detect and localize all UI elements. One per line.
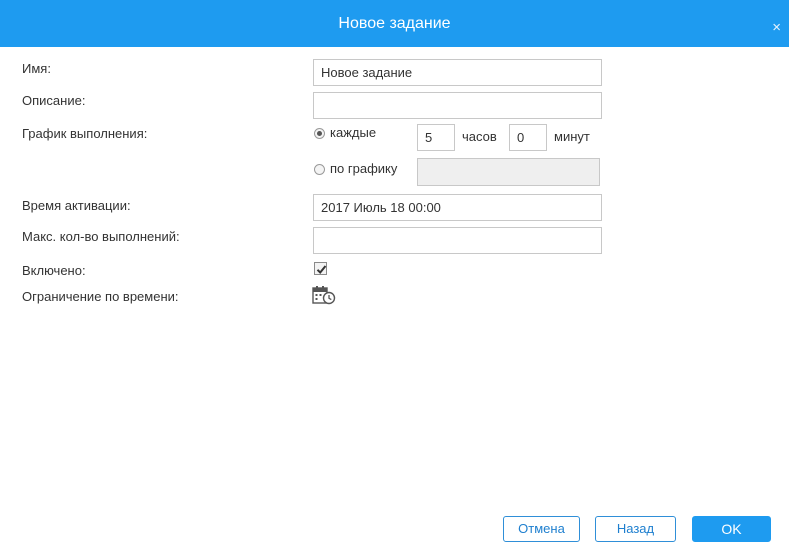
minutes-label: минут: [554, 129, 590, 144]
max-runs-label: Макс. кол-во выполнений:: [22, 229, 180, 244]
description-input[interactable]: [313, 92, 602, 119]
activation-input[interactable]: [313, 194, 602, 221]
by-schedule-label: по графику: [330, 161, 398, 176]
name-label: Имя:: [22, 61, 51, 76]
schedule-label: График выполнения:: [22, 126, 148, 141]
radio-every[interactable]: [314, 128, 325, 139]
enabled-label: Включено:: [22, 263, 86, 278]
minutes-input[interactable]: [509, 124, 547, 151]
description-label: Описание:: [22, 93, 86, 108]
name-input[interactable]: [313, 59, 602, 86]
radio-by-schedule[interactable]: [314, 164, 325, 175]
time-limit-label: Ограничение по времени:: [22, 289, 179, 304]
close-icon[interactable]: ×: [772, 20, 781, 35]
schedule-input: [417, 158, 600, 186]
activation-label: Время активации:: [22, 198, 131, 213]
dialog-titlebar: Новое задание ×: [0, 0, 789, 47]
back-button[interactable]: Назад: [595, 516, 676, 542]
enabled-checkbox[interactable]: [314, 262, 327, 275]
checkmark-icon: [316, 265, 327, 274]
dialog-title: Новое задание: [338, 15, 451, 32]
max-runs-input[interactable]: [313, 227, 602, 254]
every-label: каждые: [330, 125, 377, 140]
ok-button[interactable]: OK: [692, 516, 771, 542]
cancel-button[interactable]: Отмена: [503, 516, 580, 542]
calendar-clock-icon[interactable]: [312, 285, 336, 305]
hours-label: часов: [462, 129, 497, 144]
hours-input[interactable]: [417, 124, 455, 151]
